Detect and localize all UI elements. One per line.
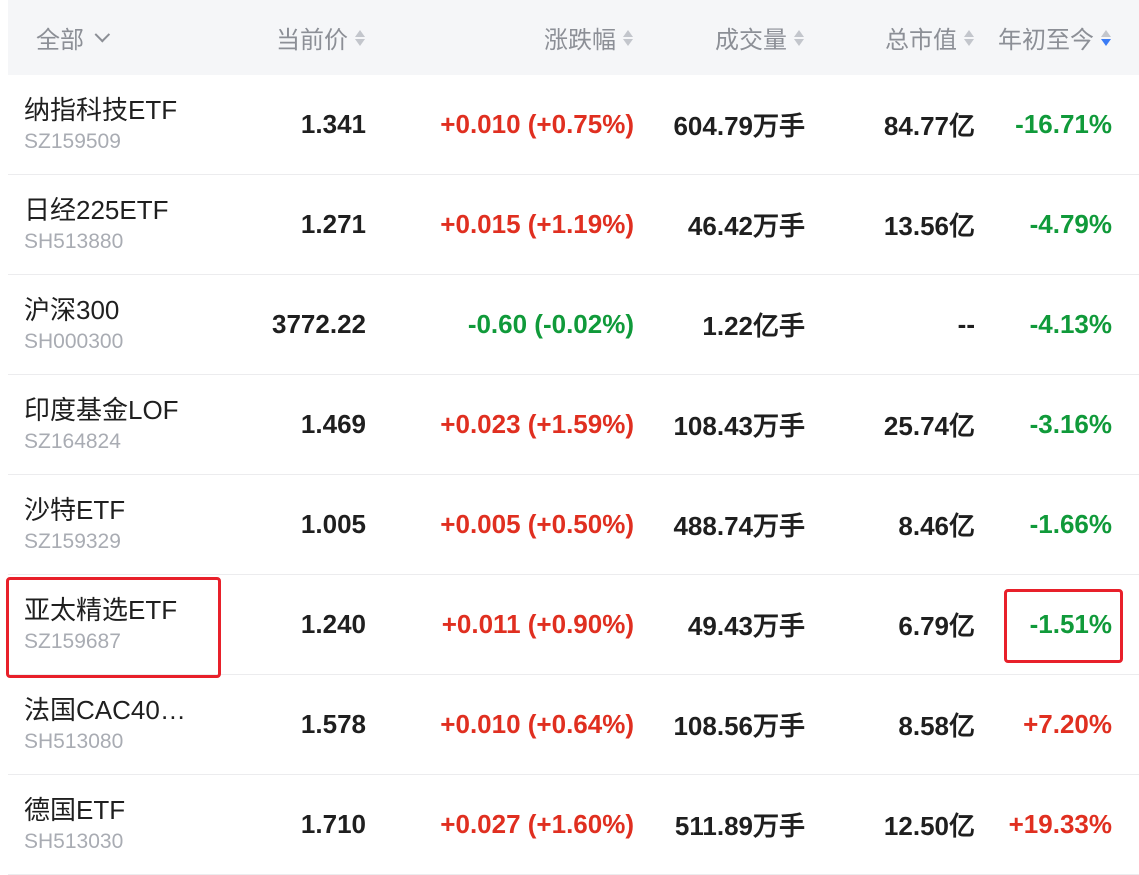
ytd-cell: -3.16%: [1029, 409, 1112, 439]
etf-code: SH000300: [24, 329, 124, 353]
price-cell: 1.271: [300, 209, 366, 239]
sort-price-header[interactable]: 当前价: [248, 20, 366, 55]
table-row[interactable]: 日经225ETF SH513880 1.271 +0.015 (+1.19%) 4…: [8, 175, 1139, 275]
etf-name: 印度基金LOF: [24, 394, 179, 425]
ytd-cell: -16.71%: [1015, 109, 1112, 139]
price-cell: 1.341: [300, 109, 366, 139]
ytd-cell: -4.13%: [1029, 309, 1112, 339]
etf-name: 法国CAC40…: [24, 694, 186, 725]
sort-mktcap-header[interactable]: 总市值: [805, 20, 975, 55]
etf-code: SH513030: [24, 829, 124, 853]
mktcap-cell: 8.58亿: [898, 711, 975, 741]
volume-cell: 604.79万手: [673, 111, 805, 141]
etf-code: SH513880: [24, 229, 124, 253]
etf-name: 纳指科技ETF: [24, 94, 178, 125]
volume-header-label: 成交量: [715, 27, 787, 54]
table-row[interactable]: 沪深300 SH000300 3772.22 -0.60 (-0.02%) 1.2…: [8, 275, 1139, 375]
table-row[interactable]: 沙特ETF SZ159329 1.005 +0.005 (+0.50%) 488.…: [8, 475, 1139, 575]
etf-name: 日经225ETF: [24, 194, 169, 225]
etf-code: SZ159329: [24, 529, 121, 553]
volume-cell: 1.22亿手: [702, 311, 805, 341]
filter-all-dropdown[interactable]: 全部: [8, 20, 248, 55]
etf-code: SH513080: [24, 729, 124, 753]
mktcap-cell: 13.56亿: [883, 211, 975, 241]
change-cell: +0.027 (+1.60%): [440, 809, 634, 839]
etf-code: SZ164824: [24, 429, 121, 453]
etf-table: 全部 当前价 涨跌幅 成交量 总市值 年初至今 纳指科技ETF SZ159509 …: [8, 0, 1139, 875]
sort-volume-header[interactable]: 成交量: [634, 20, 805, 55]
chevron-down-icon: [94, 26, 111, 43]
sort-arrows-icon: [963, 28, 975, 48]
table-body: 纳指科技ETF SZ159509 1.341 +0.010 (+0.75%) 60…: [8, 75, 1139, 875]
price-cell: 1.005: [300, 509, 366, 539]
table-header: 全部 当前价 涨跌幅 成交量 总市值 年初至今: [8, 0, 1139, 75]
ytd-cell: -1.51%: [1029, 609, 1112, 639]
table-row-highlighted[interactable]: 亚太精选ETF SZ159687 1.240 +0.011 (+0.90%) 49…: [8, 575, 1139, 675]
sort-arrows-icon: [793, 28, 805, 48]
etf-name: 沙特ETF: [24, 494, 126, 525]
ytd-cell: +7.20%: [1023, 709, 1112, 739]
table-row[interactable]: 德国ETF SH513030 1.710 +0.027 (+1.60%) 511.…: [8, 775, 1139, 875]
mktcap-cell: 6.79亿: [898, 611, 975, 641]
etf-name: 德国ETF: [24, 794, 126, 825]
ytd-cell: -1.66%: [1029, 509, 1112, 539]
mktcap-cell: --: [957, 309, 975, 339]
mktcap-cell: 8.46亿: [898, 511, 975, 541]
sort-ytd-header[interactable]: 年初至今: [975, 20, 1112, 55]
mktcap-cell: 12.50亿: [883, 811, 975, 841]
etf-code: SZ159687: [24, 629, 121, 653]
change-cell: +0.010 (+0.64%): [440, 709, 634, 739]
sort-change-header[interactable]: 涨跌幅: [366, 20, 634, 55]
change-cell: +0.023 (+1.59%): [440, 409, 634, 439]
filter-all-label: 全部: [36, 27, 84, 54]
volume-cell: 108.43万手: [673, 411, 805, 441]
etf-name: 沪深300: [24, 294, 120, 325]
mktcap-cell: 25.74亿: [883, 411, 975, 441]
change-cell: +0.015 (+1.19%): [440, 209, 634, 239]
change-cell: +0.010 (+0.75%): [440, 109, 634, 139]
mktcap-cell: 84.77亿: [883, 111, 975, 141]
change-cell: +0.005 (+0.50%): [440, 509, 634, 539]
volume-cell: 511.89万手: [674, 811, 805, 841]
change-header-label: 涨跌幅: [544, 27, 616, 54]
table-row[interactable]: 法国CAC40… SH513080 1.578 +0.010 (+0.64%) 1…: [8, 675, 1139, 775]
volume-cell: 108.56万手: [673, 711, 805, 741]
table-row[interactable]: 纳指科技ETF SZ159509 1.341 +0.010 (+0.75%) 60…: [8, 75, 1139, 175]
change-cell: -0.60 (-0.02%): [467, 309, 634, 339]
price-cell: 1.710: [300, 809, 366, 839]
ytd-header-label: 年初至今: [998, 27, 1094, 54]
etf-name: 亚太精选ETF: [24, 594, 178, 625]
volume-cell: 49.43万手: [687, 611, 805, 641]
ytd-cell: +19.33%: [1008, 809, 1112, 839]
volume-cell: 488.74万手: [673, 511, 805, 541]
price-cell: 1.240: [300, 609, 366, 639]
sort-arrows-active-icon: [1100, 28, 1112, 48]
sort-arrows-icon: [354, 28, 366, 48]
price-header-label: 当前价: [276, 27, 348, 54]
mktcap-header-label: 总市值: [885, 27, 957, 54]
change-cell: +0.011 (+0.90%): [441, 609, 634, 639]
table-row[interactable]: 印度基金LOF SZ164824 1.469 +0.023 (+1.59%) 10…: [8, 375, 1139, 475]
ytd-cell: -4.79%: [1029, 209, 1112, 239]
price-cell: 1.578: [300, 709, 366, 739]
etf-code: SZ159509: [24, 129, 121, 153]
sort-arrows-icon: [622, 28, 634, 48]
price-cell: 1.469: [300, 409, 366, 439]
price-cell: 3772.22: [272, 309, 366, 339]
volume-cell: 46.42万手: [687, 211, 805, 241]
